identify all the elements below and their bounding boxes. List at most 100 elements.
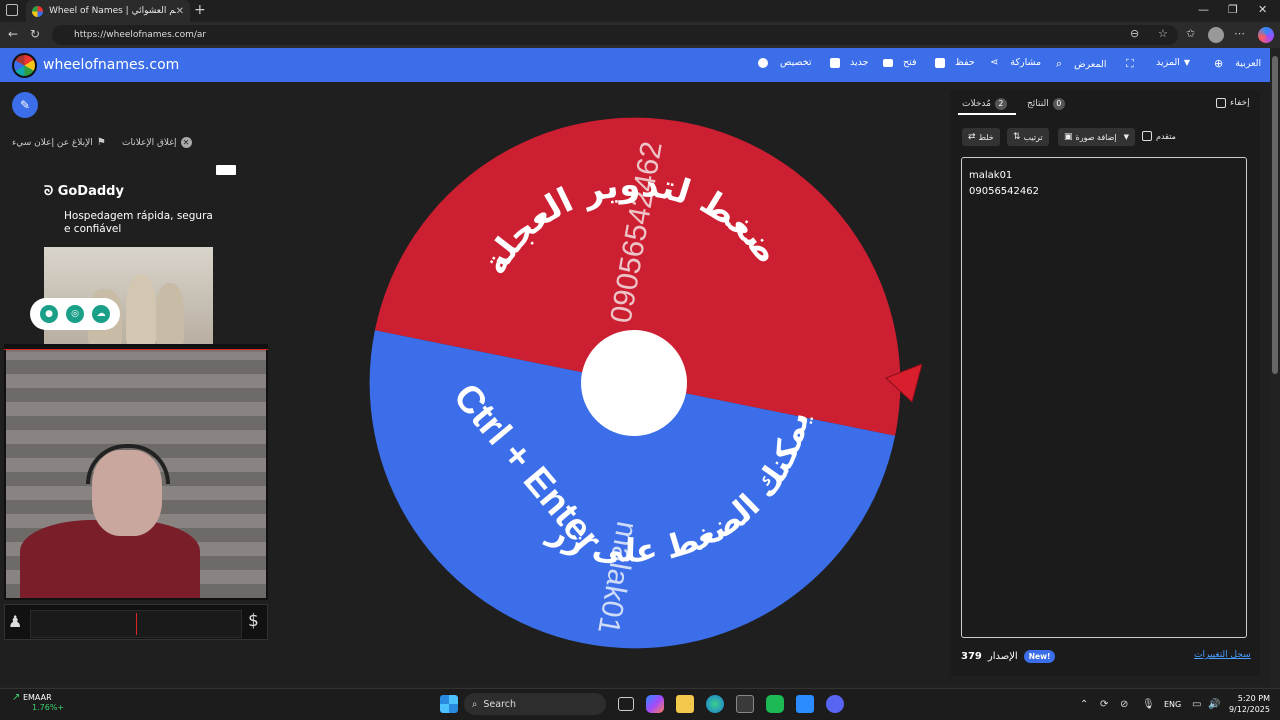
tab-results[interactable]: النتائج 0 <box>1027 98 1065 110</box>
profile-avatar[interactable] <box>1208 27 1224 43</box>
ad-image-vases <box>44 247 213 345</box>
save-icon <box>935 57 945 68</box>
discord-icon[interactable] <box>826 695 844 713</box>
wheel-favicon-icon <box>32 5 43 17</box>
close-window-icon[interactable]: ✕ <box>1258 3 1267 16</box>
site-name[interactable]: wheelofnames.com <box>43 57 179 73</box>
share-icon: ⋖ <box>990 57 999 68</box>
reload-icon[interactable]: ↻ <box>30 27 40 41</box>
wheel-logo-icon[interactable] <box>12 53 37 78</box>
clock-date: 9/12/2025 <box>1228 705 1270 714</box>
close-ads-link[interactable]: إغلاق الإعلانات ✕ <box>122 137 192 148</box>
shuffle-button[interactable]: ⇄ خلط <box>962 128 1000 146</box>
godaddy-logo-icon: ᘐ <box>44 184 54 199</box>
display-icon[interactable]: ▭ <box>1192 699 1201 710</box>
browser-tab[interactable]: Wheel of Names | الاسم العشوائي ✕ <box>26 0 190 22</box>
advanced-checkbox[interactable]: متقدم <box>1142 131 1176 141</box>
new-button[interactable]: جديد <box>830 57 869 68</box>
ad-text: Hospedagem rápida, segura e confiável <box>64 210 213 235</box>
search-placeholder: Search <box>483 698 516 710</box>
menu-dots-icon[interactable]: ⋯ <box>1234 27 1245 40</box>
gallery-button[interactable]: ⌕ المعرض <box>1056 57 1107 71</box>
network-off-icon[interactable]: ⊘ <box>1120 699 1128 710</box>
taskbar-search[interactable]: ⌕ Search <box>464 693 606 715</box>
ad-brand-text: GoDaddy <box>57 184 124 199</box>
new-tab-icon[interactable]: + <box>194 2 206 18</box>
entry-line: 09056542462 <box>969 186 1039 197</box>
edit-pencil-icon[interactable]: ✎ <box>12 92 38 118</box>
app-blue-icon[interactable] <box>796 695 814 713</box>
language-indicator[interactable]: ENG <box>1164 700 1181 709</box>
language-dropdown[interactable]: ⊕ العربية <box>1214 57 1261 70</box>
task-view-icon[interactable] <box>618 697 634 711</box>
instagram-icon: ◎ <box>66 305 84 323</box>
minimize-icon[interactable]: — <box>1198 3 1209 16</box>
back-icon[interactable]: ← <box>8 27 18 41</box>
flag-icon: ⚑ <box>96 137 106 148</box>
entry-line: malak01 <box>969 170 1013 181</box>
hide-checkbox[interactable]: إخفاء <box>1216 98 1250 108</box>
more-dropdown[interactable]: المزيد ▼ <box>1156 57 1190 68</box>
open-button[interactable]: فتح <box>883 57 917 68</box>
fullscreen-button[interactable]: ⛶ <box>1126 57 1134 71</box>
globe-icon: ⊕ <box>1214 57 1224 70</box>
edge-browser-icon[interactable] <box>706 695 724 713</box>
copilot-icon[interactable] <box>1258 27 1274 43</box>
wheel-center[interactable] <box>581 330 687 436</box>
hide-checkbox-box[interactable] <box>1216 98 1226 108</box>
app-green-icon[interactable] <box>766 695 784 713</box>
tab-close-icon[interactable]: ✕ <box>176 6 184 17</box>
new-badge: New! <box>1023 650 1056 663</box>
stock-widget[interactable]: ↗ EMAAR 1.76%+ <box>12 693 64 713</box>
hide-label: إخفاء <box>1230 98 1250 108</box>
sync-icon[interactable]: ⟳ <box>1100 699 1108 710</box>
advanced-label: متقدم <box>1156 131 1176 141</box>
sidebar-toggle-icon[interactable] <box>6 4 18 16</box>
restore-icon[interactable]: ❐ <box>1228 3 1238 16</box>
add-image-dropdown[interactable]: ▣ إضافة صورة ▼ <box>1058 128 1135 146</box>
favorites-icon[interactable]: ✩ <box>1186 27 1195 40</box>
reader-icon[interactable]: ⊖ <box>1130 27 1139 40</box>
changelog-link[interactable]: سجل التغييرات <box>1194 650 1251 660</box>
share-button[interactable]: ⋖ مشاركة <box>990 57 1041 68</box>
results-tab-label: النتائج <box>1027 99 1049 109</box>
file-explorer-icon[interactable] <box>676 695 694 713</box>
customize-button[interactable]: تخصيص <box>758 57 812 68</box>
microphone-icon[interactable]: 🎙 <box>1142 699 1155 710</box>
share-label: مشاركة <box>1010 57 1042 68</box>
favorite-star-icon[interactable]: ☆ <box>1158 27 1168 40</box>
entries-textarea[interactable]: malak01 09056542462 <box>961 157 1247 638</box>
save-button[interactable]: حفظ <box>935 57 975 68</box>
windows-start-icon[interactable] <box>440 695 458 713</box>
shuffle-icon: ⇄ <box>968 132 976 142</box>
advanced-checkbox-box[interactable] <box>1142 131 1152 141</box>
dollar-icon: $ <box>248 611 259 631</box>
store-icon[interactable] <box>736 695 754 713</box>
tab-entries[interactable]: مُدخلات 2 <box>962 98 1007 110</box>
taskbar-clock[interactable]: 5:20 PM 9/12/2025 <box>1226 693 1270 715</box>
report-ad-link[interactable]: الإبلاغ عن إعلان سيء ⚑ <box>12 137 106 148</box>
url-field[interactable]: https://wheelofnames.com/ar <box>52 25 1178 45</box>
language-label: العربية <box>1235 58 1262 69</box>
ad-choices-icon[interactable] <box>216 165 236 175</box>
results-count-badge: 0 <box>1052 98 1065 110</box>
wheel-svg[interactable]: 09056542462 malak01 اضغط لتدوير العجلة أ… <box>356 84 902 650</box>
gallery-label: المعرض <box>1074 58 1107 70</box>
user-silhouette-icon: ♟ <box>8 612 23 631</box>
copilot-taskbar-icon[interactable] <box>646 695 664 713</box>
search-icon: ⌕ <box>472 698 478 710</box>
stock-change: 1.76%+ <box>32 703 65 712</box>
sort-label: ترتيب <box>1023 132 1043 142</box>
scrollbar-thumb[interactable] <box>1272 56 1278 374</box>
tab-title: Wheel of Names | الاسم العشوائي <box>49 6 176 16</box>
caret-down-icon: ▼ <box>1123 133 1129 141</box>
folder-icon <box>883 58 893 67</box>
chevron-up-icon[interactable]: ⌃ <box>1080 699 1088 710</box>
volume-icon[interactable]: 🔊 <box>1208 699 1220 710</box>
clock-time: 5:20 PM <box>1237 694 1270 703</box>
sort-button[interactable]: ⇅ ترتيب <box>1007 128 1049 146</box>
version-info: 379 الإصدار New! <box>961 650 1056 663</box>
ad-brand: ᘐ GoDaddy <box>44 184 124 199</box>
sort-icon: ⇅ <box>1013 132 1021 142</box>
wheel[interactable]: 09056542462 malak01 اضغط لتدوير العجلة أ… <box>356 84 902 650</box>
